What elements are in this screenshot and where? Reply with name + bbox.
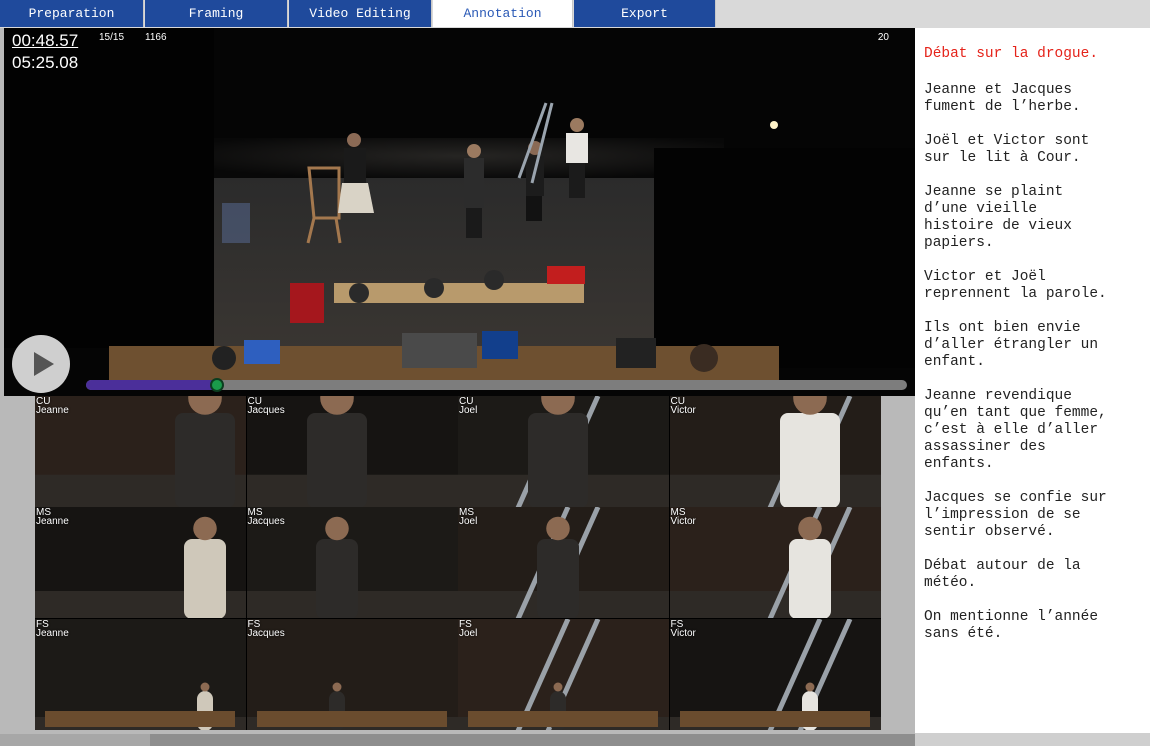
camera-actor-name: Jeanne [36, 627, 69, 639]
camera-thumbnail[interactable]: FS Jeanne [35, 618, 246, 730]
camera-label: CU Victor [670, 397, 696, 416]
tab-preparation[interactable]: Preparation [0, 0, 144, 27]
camera-thumbnail[interactable]: CU Jeanne [35, 396, 246, 507]
camera-actor-name: Jacques [247, 405, 285, 416]
tab-annotation[interactable]: Annotation [433, 0, 573, 27]
play-button[interactable] [12, 335, 70, 393]
camera-thumbnail[interactable]: CU Joel [458, 396, 669, 507]
camera-frame-image [458, 507, 669, 619]
camera-thumbnail[interactable]: MS Victor [669, 507, 881, 619]
camera-thumbnail[interactable]: MS Jacques [246, 507, 458, 619]
camera-label: FS Jeanne [36, 619, 69, 639]
camera-actor-name: Jeanne [36, 405, 69, 416]
stage-video-frame [4, 28, 915, 396]
camera-thumbnail[interactable]: MS Joel [458, 507, 669, 619]
camera-thumbnail[interactable]: CU Victor [669, 396, 881, 507]
annotation-item[interactable]: Jacques se confie sur l’impression de se… [924, 490, 1150, 541]
camera-label: MS Jacques [247, 508, 285, 528]
camera-actor-name: Victor [670, 627, 696, 639]
camera-thumbnail[interactable]: FS Joel [458, 618, 669, 730]
camera-frame-image [458, 618, 669, 730]
camera-label: CU Jacques [247, 397, 285, 416]
camera-label: MS Victor [670, 508, 696, 528]
camera-actor-name: Joel [459, 627, 478, 639]
camera-actor-name: Victor [670, 405, 696, 416]
camera-frame-image [669, 618, 881, 730]
camera-actor-name: Jacques [247, 516, 285, 528]
camera-thumbnail[interactable]: FS Victor [669, 618, 881, 730]
camera-label: MS Jeanne [36, 508, 69, 528]
camera-thumbnail[interactable]: MS Jeanne [35, 507, 246, 619]
main-video-player[interactable]: 00:48.57 05:25.08 15/15 1166 20 [4, 28, 915, 396]
camera-label: CU Joel [459, 397, 478, 416]
shot-count: 15/15 [99, 32, 125, 43]
camera-frame-image [669, 396, 881, 507]
camera-thumbnail[interactable]: CU Jacques [246, 396, 458, 507]
annotation-item[interactable]: Jeanne revendique qu’en tant que femme, … [924, 388, 1150, 473]
frame-number: 1166 [145, 32, 167, 43]
tab-video-editing[interactable]: Video Editing [289, 0, 432, 27]
seek-handle[interactable] [210, 378, 225, 392]
camera-frame-image [669, 507, 881, 619]
camera-label: FS Jacques [247, 619, 285, 639]
tab-framing[interactable]: Framing [145, 0, 288, 27]
camera-label: MS Joel [459, 508, 478, 528]
annotation-panel: Débat sur la drogue. Jeanne et Jacques fu… [915, 28, 1150, 733]
annotation-item[interactable]: Joël et Victor sont sur le lit à Cour. [924, 133, 1150, 167]
annotation-item[interactable]: Débat autour de la météo. [924, 558, 1150, 592]
seek-progress [86, 380, 218, 390]
camera-actor-name: Joel [459, 405, 478, 416]
annotation-item[interactable]: Victor et Joël reprennent la parole. [924, 269, 1150, 303]
tab-bar: Preparation Framing Video Editing Annota… [0, 0, 1150, 28]
bottom-scrollbar[interactable] [0, 734, 915, 746]
camera-label: CU Jeanne [36, 397, 69, 416]
current-time: 00:48.57 [12, 31, 79, 50]
play-icon [34, 352, 54, 376]
scroll-thumb[interactable] [0, 734, 150, 746]
annotation-item[interactable]: Ils ont bien envie d’aller étrangler un … [924, 320, 1150, 371]
annotation-item[interactable]: Jeanne se plaint d’une vieille histoire … [924, 184, 1150, 252]
camera-actor-name: Jacques [247, 627, 285, 639]
total-time: 05:25.08 [12, 53, 79, 72]
camera-actor-name: Victor [670, 516, 696, 528]
current-annotation[interactable]: Débat sur la drogue. [924, 46, 1150, 63]
camera-label: FS Victor [670, 619, 696, 639]
camera-thumbnail[interactable]: FS Jacques [246, 618, 458, 730]
seek-bar[interactable] [86, 378, 907, 392]
camera-grid: CU Jeanne CU Jacques CU Joel CU Victor MS Jeanne M… [35, 396, 881, 730]
annotation-item[interactable]: On mentionne l’année sans été. [924, 609, 1150, 643]
camera-actor-name: Joel [459, 516, 478, 528]
tab-export[interactable]: Export [574, 0, 716, 27]
camera-actor-name: Jeanne [36, 516, 69, 528]
camera-frame-image [458, 396, 669, 507]
camera-label: FS Joel [459, 619, 478, 639]
annotation-item[interactable]: Jeanne et Jacques fument de l’herbe. [924, 82, 1150, 116]
corner-number: 20 [877, 32, 889, 43]
